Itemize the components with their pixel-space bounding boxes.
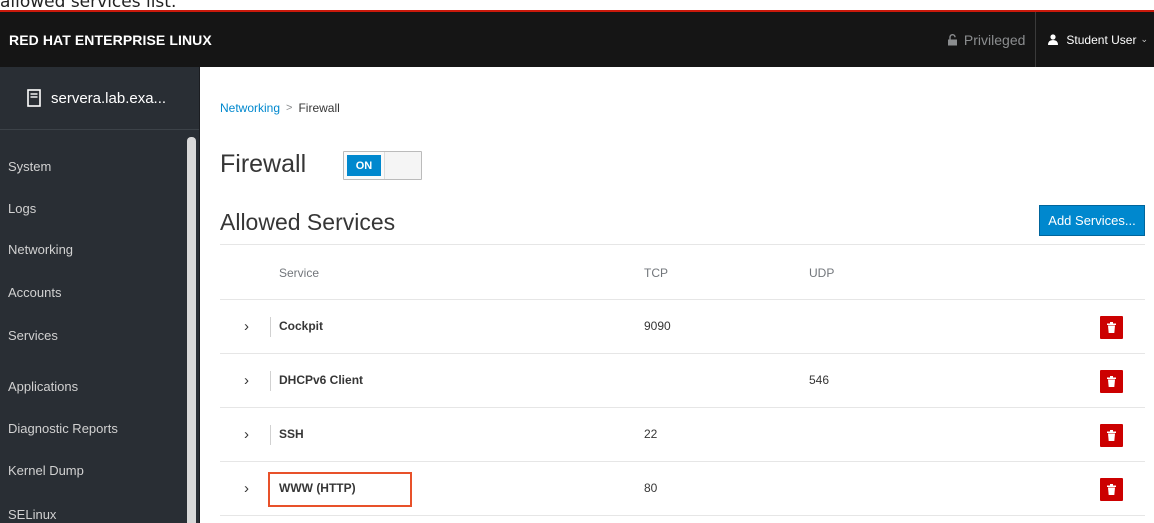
caption-text: allowed services list.: [0, 0, 177, 10]
tcp-port: 22: [644, 427, 658, 441]
main-content: Networking > Firewall Firewall ON Allowe…: [201, 67, 1154, 523]
udp-port: 546: [809, 373, 830, 387]
toggle-on-label: ON: [347, 155, 381, 176]
server-icon: [27, 89, 41, 107]
service-name: WWW (HTTP): [279, 481, 356, 495]
top-navbar: RED HAT ENTERPRISE LINUX Privileged Stud…: [0, 10, 1154, 67]
sidebar-item-logs[interactable]: Logs: [8, 201, 36, 216]
privileged-label: Privileged: [963, 31, 1026, 48]
host-name: servera.lab.exa...: [51, 89, 167, 107]
column-header-tcp: TCP: [644, 266, 668, 280]
breadcrumb-separator: >: [286, 102, 293, 114]
tcp-port: 80: [644, 481, 658, 495]
trash-icon: [1107, 484, 1116, 495]
chevron-right-icon[interactable]: ›: [244, 480, 249, 497]
table-row[interactable]: › Cockpit 9090: [220, 300, 1145, 354]
delete-button[interactable]: [1100, 424, 1123, 447]
page-title: Firewall: [220, 150, 307, 178]
add-services-button[interactable]: Add Services...: [1039, 205, 1145, 236]
breadcrumb-networking-link[interactable]: Networking: [220, 101, 280, 115]
sidebar-item-kernel-dump[interactable]: Kernel Dump: [8, 463, 84, 478]
trash-icon: [1107, 376, 1116, 387]
chevron-right-icon[interactable]: ›: [244, 318, 249, 335]
unlock-icon: [947, 33, 957, 45]
sidebar-item-networking[interactable]: Networking: [8, 242, 73, 257]
privileged-indicator[interactable]: Privileged: [935, 12, 1035, 67]
toggle-knob: [384, 152, 421, 179]
firewall-toggle[interactable]: ON: [343, 151, 422, 180]
host-selector[interactable]: servera.lab.exa...: [0, 67, 199, 130]
table-row[interactable]: › DHCPv6 Client 546: [220, 354, 1145, 408]
tcp-port: 9090: [644, 319, 671, 333]
sidebar-item-diagnostic-reports[interactable]: Diagnostic Reports: [8, 421, 118, 436]
allowed-services-heading: Allowed Services: [220, 209, 396, 235]
divider: [270, 317, 271, 337]
column-header-udp: UDP: [809, 266, 835, 280]
sidebar-item-selinux[interactable]: SELinux: [8, 507, 56, 522]
divider: [270, 425, 271, 445]
chevron-right-icon[interactable]: ›: [244, 426, 249, 443]
sidebar-scrollbar[interactable]: [187, 137, 196, 523]
table-row[interactable]: › SSH 22: [220, 408, 1145, 462]
divider: [270, 371, 271, 391]
service-name: DHCPv6 Client: [279, 373, 364, 387]
delete-button[interactable]: [1100, 370, 1123, 393]
sidebar-item-applications[interactable]: Applications: [8, 379, 78, 394]
chevron-right-icon[interactable]: ›: [244, 372, 249, 389]
breadcrumb: Networking > Firewall: [220, 101, 340, 115]
user-icon: [1048, 34, 1059, 45]
service-name: SSH: [279, 427, 304, 441]
brand-title: RED HAT ENTERPRISE LINUX: [9, 31, 212, 48]
topbar-right: Privileged Student User ⌄: [935, 12, 1154, 67]
delete-button[interactable]: [1100, 478, 1123, 501]
sidebar: servera.lab.exa... System Logs Networkin…: [0, 67, 200, 523]
column-header-service: Service: [279, 266, 320, 280]
trash-icon: [1107, 322, 1116, 333]
breadcrumb-current: Firewall: [298, 101, 340, 115]
table-row[interactable]: › WWW (HTTP) 80: [220, 462, 1145, 516]
delete-button[interactable]: [1100, 316, 1123, 339]
user-name: Student User: [1066, 32, 1137, 47]
table-header: Service TCP UDP: [220, 244, 1145, 300]
sidebar-item-system[interactable]: System: [8, 159, 51, 174]
sidebar-item-services[interactable]: Services: [8, 328, 58, 343]
trash-icon: [1107, 430, 1116, 441]
sidebar-item-accounts[interactable]: Accounts: [8, 285, 61, 300]
service-name: Cockpit: [279, 319, 324, 333]
chevron-down-icon: ⌄: [1140, 34, 1148, 44]
services-table: Service TCP UDP › Cockpit 9090 › DHCPv6 …: [220, 244, 1145, 516]
user-menu[interactable]: Student User ⌄: [1035, 12, 1154, 67]
